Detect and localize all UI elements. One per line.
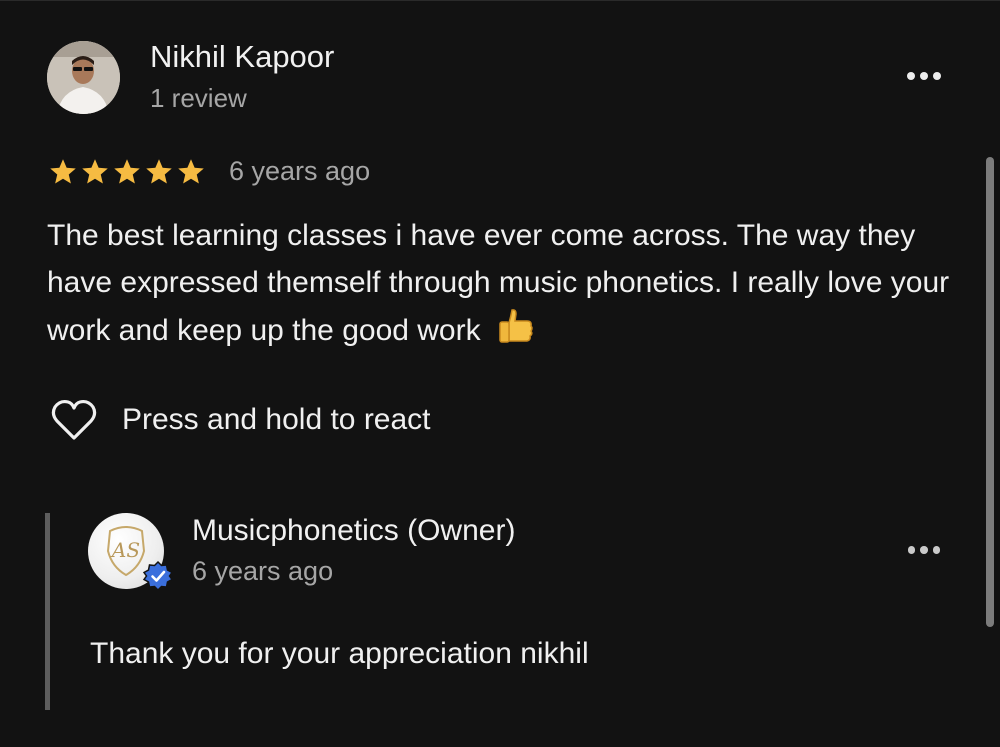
more-dot	[920, 72, 928, 80]
react-label: Press and hold to react	[122, 403, 431, 436]
heart-outline-icon	[51, 399, 97, 440]
review-body: The best learning classes i have ever co…	[47, 213, 967, 361]
react-button[interactable]: Press and hold to react	[50, 397, 431, 443]
verified-check-icon	[142, 560, 174, 592]
owner-reply-text: Thank you for your appreciation nikhil	[90, 637, 589, 670]
thumbs-up-icon	[495, 306, 535, 361]
star-rating	[48, 157, 206, 187]
star-icon	[82, 159, 108, 184]
review-card: Nikhil Kapoor 1 review 6 years ago The b…	[0, 0, 1000, 747]
reviewer-avatar[interactable]	[47, 41, 120, 114]
star-icon	[114, 159, 140, 184]
more-dot	[933, 72, 941, 80]
review-more-options-button[interactable]	[904, 65, 944, 87]
reply-indent-bar	[45, 513, 50, 710]
scrollbar[interactable]	[986, 157, 994, 627]
more-dot	[907, 546, 916, 554]
review-date: 6 years ago	[229, 156, 371, 186]
owner-reply-date: 6 years ago	[192, 556, 334, 586]
owner-name[interactable]: Musicphonetics (Owner)	[192, 514, 515, 548]
star-icon	[178, 159, 204, 184]
more-dot	[907, 72, 915, 80]
more-dot	[932, 546, 941, 554]
star-icon	[146, 159, 172, 184]
reply-more-options-button[interactable]	[904, 539, 944, 561]
star-icon	[50, 159, 76, 184]
owner-logo-text: AS	[110, 538, 140, 562]
reviewer-review-count: 1 review	[150, 83, 247, 113]
more-dot	[920, 546, 928, 554]
reviewer-name[interactable]: Nikhil Kapoor	[150, 39, 334, 75]
